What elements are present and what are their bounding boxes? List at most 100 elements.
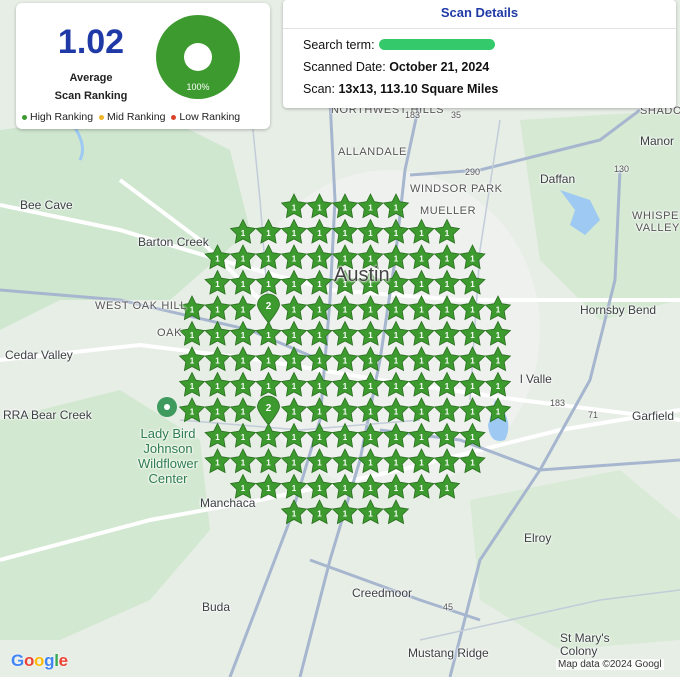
rank-marker-value: 1 [317, 306, 322, 315]
rank-marker-value: 1 [215, 382, 220, 391]
rank-marker-value: 1 [343, 229, 348, 238]
rank-marker-value: 1 [241, 357, 246, 366]
rank-marker-value: 1 [241, 306, 246, 315]
rank-marker-value: 1 [368, 510, 373, 519]
average-label-line2: Scan Ranking [54, 90, 128, 102]
place-label-buda: Buda [202, 600, 231, 614]
rank-marker-value: 1 [445, 408, 450, 417]
rank-marker-value: 1 [394, 229, 399, 238]
search-term-row: Search term: [303, 38, 495, 52]
map-attribution[interactable]: Map data ©2024 Googl [556, 659, 664, 670]
rank-marker-value: 1 [215, 459, 220, 468]
place-label-oak: OAK [157, 327, 183, 339]
google-logo: Google [11, 651, 68, 670]
rank-marker-value: 1 [241, 408, 246, 417]
rank-marker-value: 1 [266, 459, 271, 468]
rank-marker-value: 1 [215, 280, 220, 289]
rank-marker-value: 1 [317, 408, 322, 417]
rank-marker-value: 1 [368, 459, 373, 468]
rank-marker-value: 1 [368, 357, 373, 366]
rank-marker-value: 1 [394, 255, 399, 264]
rank-marker-value: 1 [419, 382, 424, 391]
rank-marker-value: 1 [419, 280, 424, 289]
legend-high: High Ranking [22, 111, 93, 123]
rank-marker-value: 1 [496, 306, 501, 315]
rank-marker-value: 1 [317, 280, 322, 289]
donut-percent-label: 100% [186, 82, 209, 92]
rank-marker-value: 1 [419, 408, 424, 417]
place-label-daffan: Daffan [540, 172, 576, 186]
rank-marker-value: 1 [419, 306, 424, 315]
scan-details-panel: Scan Details Search term: Scanned Date: … [283, 0, 676, 108]
rank-marker-value: 1 [368, 433, 373, 442]
rank-marker-value: 1 [368, 255, 373, 264]
rank-marker-value: 1 [292, 459, 297, 468]
scan-size-value: 13x13, 113.10 Square Miles [338, 82, 499, 96]
rank-marker-value: 1 [241, 459, 246, 468]
rank-marker-value: 1 [292, 229, 297, 238]
legend-dot-high [22, 114, 27, 120]
legend-label-low: Low Ranking [179, 111, 241, 123]
rank-marker-value: 1 [292, 484, 297, 493]
scan-stats-panel: 1.02 Average Scan Ranking 100% High Rank… [16, 3, 270, 129]
map-view[interactable]: 1 1 1 1 1 1 1 1 1 1 1 1 1 1 1 1 1 1 1 1 1 1 1 1 1 1 1 1 1 1 1 1 1 1 1 1 1 1 1 2… [0, 0, 680, 677]
rank-marker-value: 1 [241, 382, 246, 391]
rank-marker-value: 1 [445, 382, 450, 391]
rank-marker-value: 1 [394, 331, 399, 340]
rank-marker-value: 1 [419, 255, 424, 264]
place-label-elroy: Elroy [524, 531, 552, 545]
rank-marker-value: 1 [317, 510, 322, 519]
rank-marker-value: 1 [292, 280, 297, 289]
rank-marker-value: 1 [343, 382, 348, 391]
rank-marker-value: 1 [394, 459, 399, 468]
rank-marker-value: 1 [317, 357, 322, 366]
place-label-manor: Manor [640, 134, 675, 148]
rank-marker-value: 1 [292, 255, 297, 264]
rank-marker-value: 2 [266, 403, 272, 414]
legend-mid: Mid Ranking [99, 111, 165, 123]
rank-marker-value: 1 [445, 255, 450, 264]
rank-marker-value: 1 [343, 255, 348, 264]
highway-shield-71: 71 [588, 410, 599, 420]
rank-marker-value: 1 [368, 204, 373, 213]
rank-marker-value: 1 [343, 306, 348, 315]
average-label-line1: Average [69, 72, 113, 84]
place-label-austin: Austin [334, 264, 390, 286]
rank-marker-value: 1 [470, 459, 475, 468]
place-label-creedmoor: Creedmoor [352, 586, 413, 600]
rank-marker-value: 1 [343, 484, 348, 493]
rank-marker-value: 1 [470, 408, 475, 417]
rank-marker-value: 1 [266, 255, 271, 264]
rank-marker-value: 1 [215, 408, 220, 417]
legend-dot-low [171, 114, 177, 120]
rank-marker-value: 1 [419, 357, 424, 366]
rank-marker-value: 1 [419, 459, 424, 468]
rank-marker-value: 1 [292, 433, 297, 442]
search-term-label: Search term: [303, 38, 375, 52]
rank-marker-value: 1 [445, 280, 450, 289]
rank-marker-value: 1 [292, 331, 297, 340]
rank-marker-value: 1 [496, 408, 501, 417]
rank-marker-value: 1 [241, 331, 246, 340]
place-label-west-oak-hill: WEST OAK HILL [95, 300, 187, 312]
rank-marker-value: 1 [394, 408, 399, 417]
rank-marker-value: 1 [215, 433, 220, 442]
rank-marker-value: 1 [368, 229, 373, 238]
redacted-search-term [378, 39, 495, 50]
rank-marker-value: 1 [266, 357, 271, 366]
place-label-bee-cave: Bee Cave [20, 198, 73, 212]
rank-marker-value: 1 [292, 510, 297, 519]
place-label-garfield: Garfield [632, 409, 675, 423]
legend-label-mid: Mid Ranking [107, 111, 166, 123]
place-label-hornsby-bend: Hornsby Bend [580, 303, 657, 317]
rank-marker-value: 1 [190, 331, 195, 340]
rank-marker-value: 1 [419, 229, 424, 238]
donut-hole [184, 43, 212, 71]
rank-marker-value: 1 [266, 433, 271, 442]
rank-marker-value: 1 [496, 382, 501, 391]
rank-marker-value: 1 [394, 382, 399, 391]
scan-details-title: Scan Details [440, 5, 519, 20]
rank-marker-value: 1 [317, 255, 322, 264]
legend-dot-mid [99, 114, 105, 120]
rank-marker-value: 1 [445, 433, 450, 442]
